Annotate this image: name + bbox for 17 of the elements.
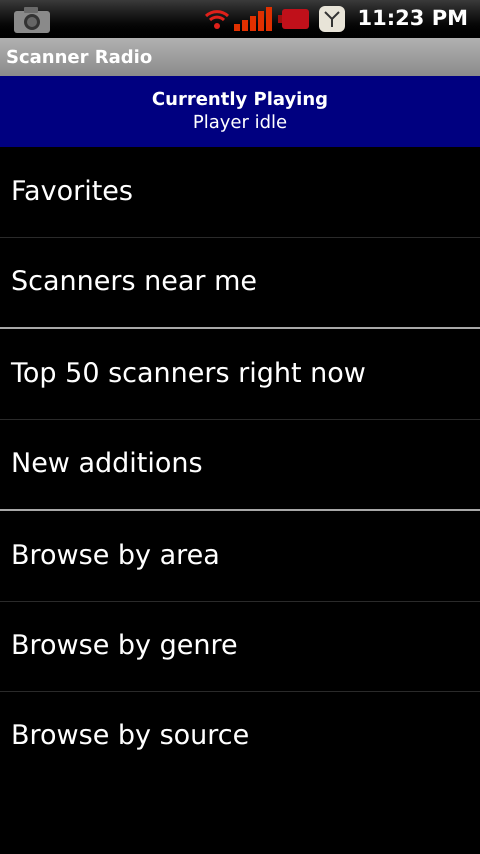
menu-item[interactable]: Browse by source <box>0 691 480 781</box>
menu-item[interactable]: Scanners near me <box>0 237 480 327</box>
battery-icon <box>278 8 310 30</box>
menu-item[interactable]: Favorites <box>0 147 480 237</box>
menu-item[interactable]: New additions <box>0 419 480 509</box>
now-playing-heading: Currently Playing <box>152 89 328 112</box>
now-playing-panel[interactable]: Currently Playing Player idle <box>0 76 480 147</box>
clock-time: 11:23 PM <box>358 5 468 32</box>
clock-icon <box>318 5 346 33</box>
menu-item[interactable]: Browse by area <box>0 511 480 601</box>
app-title: Scanner Radio <box>6 46 152 70</box>
player-status: Player idle <box>192 112 288 134</box>
menu-item[interactable]: Browse by genre <box>0 601 480 691</box>
signal-icon <box>234 7 274 31</box>
camera-icon <box>12 4 52 34</box>
menu-item[interactable]: Top 50 scanners right now <box>0 329 480 419</box>
wifi-icon <box>204 8 230 30</box>
